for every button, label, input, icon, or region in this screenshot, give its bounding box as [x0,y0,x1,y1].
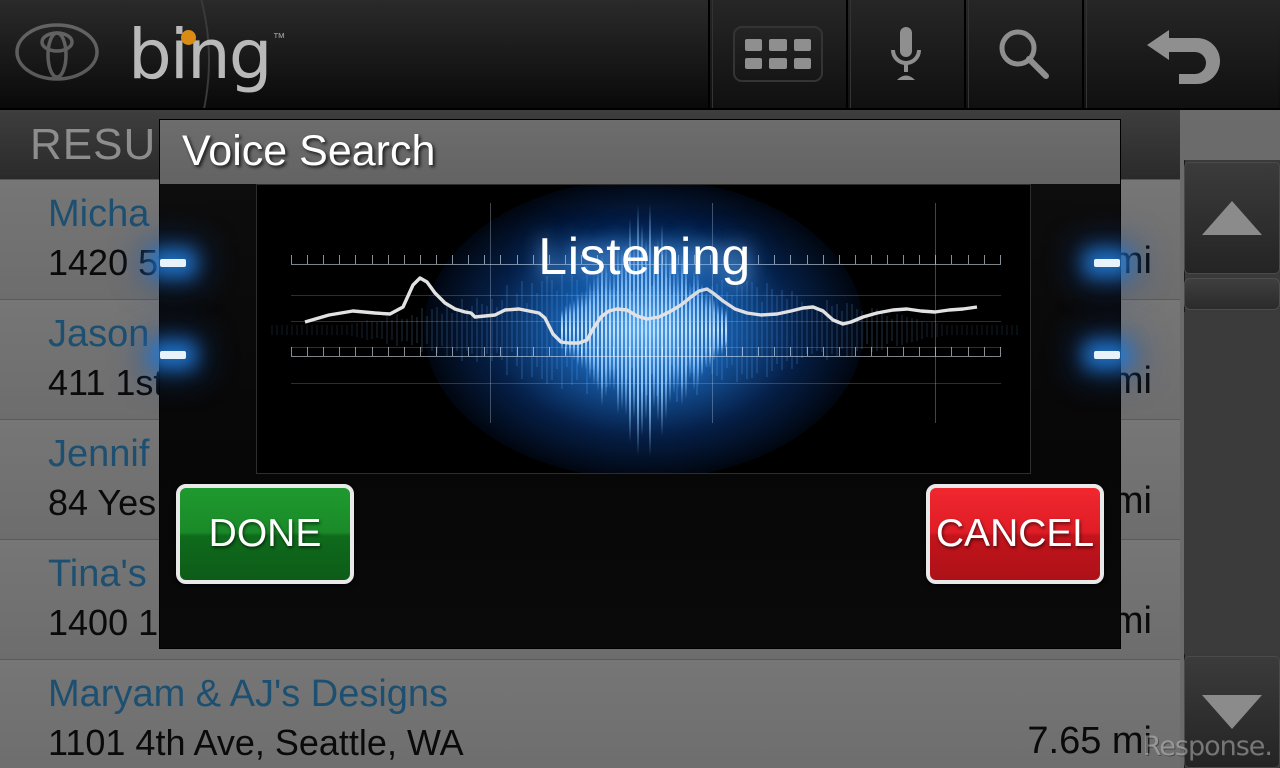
table-row[interactable]: Maryam & AJ's Designs 1101 4th Ave, Seat… [0,660,1180,768]
back-button[interactable] [1082,0,1278,108]
scroll-up-button[interactable] [1184,162,1280,274]
triangle-up-icon [1202,201,1262,235]
voice-visualizer: Listening [256,184,1031,474]
bing-wordmark: bing [128,16,271,94]
result-address: 1101 4th Ave, Seattle, WA [48,722,464,764]
watermark: Response. [1143,731,1272,762]
grid-apps-icon [733,26,823,82]
result-name: Micha [48,193,149,236]
dialog-header: Voice Search [160,120,1120,184]
head-unit-screen: RESULTS Micha 1420 5t mi Jason 411 1st m… [0,0,1280,768]
scrollbar-track[interactable] [1184,312,1280,654]
magnifier-icon [995,25,1053,83]
done-button[interactable]: DONE [176,484,354,584]
apps-grid-button[interactable] [708,0,846,108]
back-arrow-icon [1139,24,1223,84]
right-level-marker-bottom [1094,351,1120,359]
toyota-emblem-icon [14,21,100,83]
result-distance: 7.65 mi [1027,720,1152,763]
result-name: Maryam & AJ's Designs [48,673,448,716]
scrollbar-thumb[interactable] [1184,278,1280,310]
bing-trademark: ™ [273,30,286,45]
search-button[interactable] [964,0,1082,108]
result-name: Jennif [48,433,149,476]
left-level-marker-top [160,259,186,267]
brand-zone: bing ™ [0,0,708,108]
dialog-body: Listening DONE CANCEL [160,184,1120,648]
results-scrollbar[interactable] [1180,110,1280,768]
triangle-down-icon [1202,695,1262,729]
result-address: 1400 1s [48,602,176,644]
result-address: 84 Yes [48,482,156,524]
microphone-button[interactable] [846,0,964,108]
right-level-marker-top [1094,259,1120,267]
result-name: Tina's [48,553,147,596]
result-address: 1420 5t [48,242,168,284]
top-toolbar: bing ™ [0,0,1280,110]
listening-status-text: Listening [257,227,1031,287]
microphone-icon [883,22,929,86]
result-address: 411 1st [48,362,163,404]
dialog-title: Voice Search [182,127,435,176]
left-level-marker-bottom [160,351,186,359]
bing-logo: bing ™ [128,16,286,94]
voice-search-dialog: Voice Search Listening DONE CANCEL [160,120,1120,648]
result-name: Jason [48,313,149,356]
cancel-button[interactable]: CANCEL [926,484,1104,584]
bing-dot-icon [181,30,196,45]
